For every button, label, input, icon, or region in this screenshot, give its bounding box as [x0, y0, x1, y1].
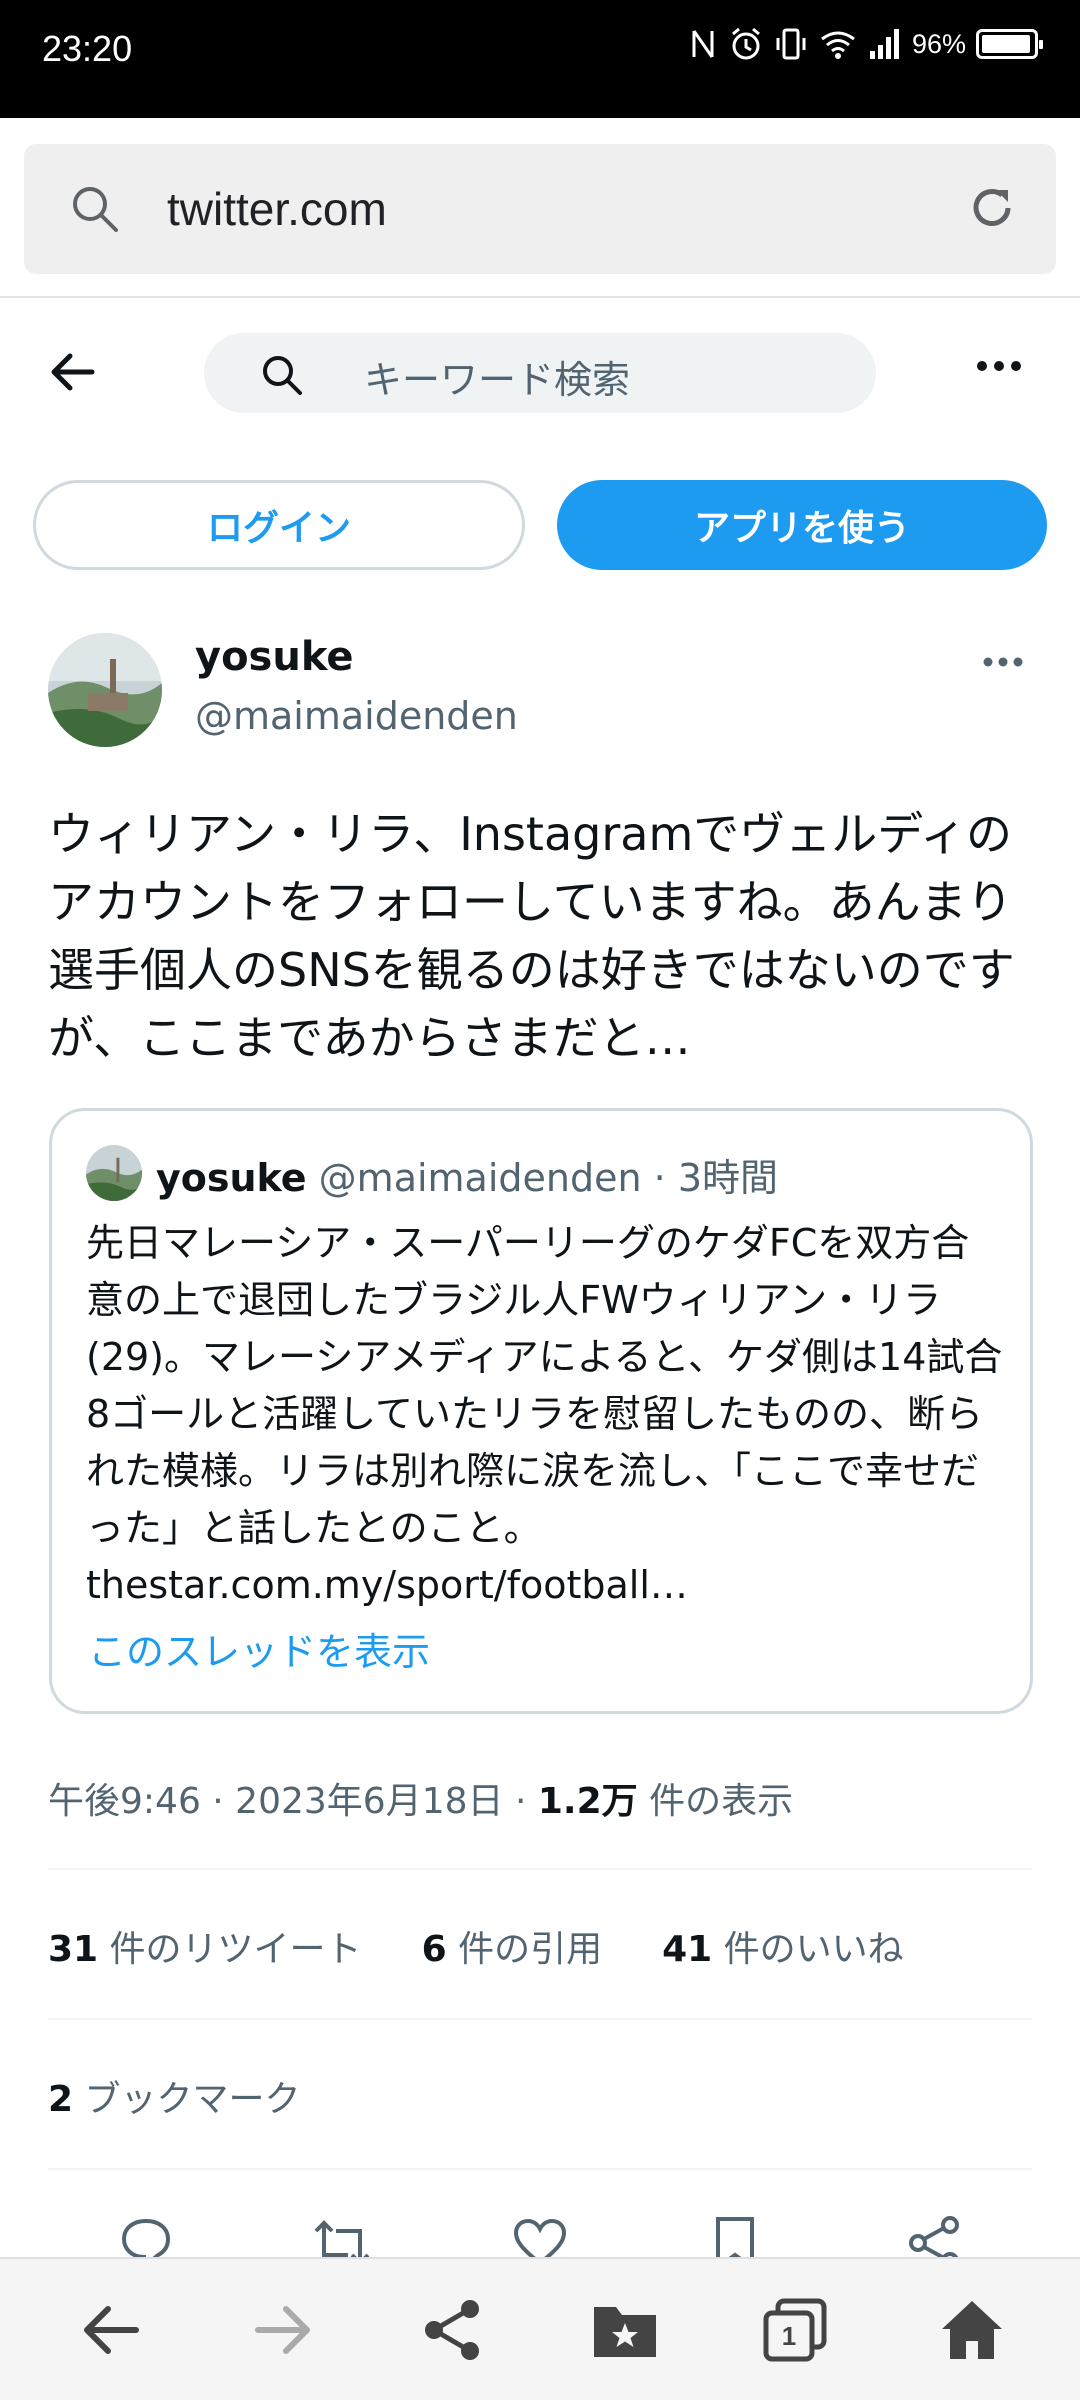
tab-count: 1	[781, 2321, 797, 2351]
avatar[interactable]	[48, 633, 162, 747]
keyword-search-input[interactable]: キーワード検索	[204, 333, 876, 413]
share-icon[interactable]	[906, 2215, 962, 2257]
more-options-icon[interactable]	[976, 360, 1022, 372]
divider	[48, 2018, 1032, 2020]
quoted-header: yosuke @maimaidenden · 3時間	[156, 1147, 778, 1202]
avatar-image	[48, 633, 162, 747]
quoted-separator: ·	[653, 1156, 678, 1200]
alarm-icon	[731, 27, 760, 60]
wifi-icon	[821, 31, 855, 59]
back-icon[interactable]	[78, 2297, 144, 2363]
bookmarks-stat: 2 ブックマーク	[48, 2070, 301, 2122]
address-bar[interactable]: twitter.com	[24, 144, 1056, 274]
like-icon[interactable]	[512, 2215, 568, 2257]
divider	[48, 2168, 1032, 2170]
views-count: 1.2万	[537, 1781, 638, 1822]
search-icon	[263, 356, 302, 395]
bookmarks-icon[interactable]	[590, 2297, 660, 2363]
quoted-avatar	[86, 1145, 142, 1201]
nfc-icon	[692, 30, 714, 58]
login-button[interactable]: ログイン	[33, 480, 525, 570]
author-handle[interactable]: @maimaidenden	[195, 694, 518, 738]
search-placeholder: キーワード検索	[364, 358, 631, 402]
retweet-icon[interactable]	[312, 2215, 372, 2257]
bookmarks-label: ブックマーク	[73, 2079, 301, 2120]
tweet-timestamp: 午後9:46 · 2023年6月18日 · 1.2万 件の表示	[48, 1772, 793, 1824]
home-icon[interactable]	[938, 2297, 1006, 2363]
browser-toolbar: 1	[0, 2257, 1080, 2400]
likes-stat[interactable]: 41 件のいいね	[662, 1920, 904, 1972]
share-icon[interactable]	[420, 2297, 486, 2363]
quoted-author-handle: @maimaidenden	[318, 1156, 642, 1200]
battery-percent: 96%	[911, 28, 966, 59]
bookmarks-count: 2	[48, 2079, 74, 2120]
tweet-actions	[0, 2205, 1080, 2257]
show-thread-link[interactable]: このスレッドを表示	[88, 1621, 430, 1676]
vibrate-icon	[776, 28, 806, 60]
likes-label: 件のいいね	[712, 1929, 904, 1970]
status-icons: 96%	[688, 26, 1043, 62]
reload-icon[interactable]	[962, 178, 1022, 238]
author-name[interactable]: yosuke	[195, 634, 354, 680]
quoted-time: 3時間	[677, 1156, 779, 1200]
divider	[0, 296, 1080, 298]
status-time: 23:20	[42, 28, 133, 69]
likes-count: 41	[662, 1929, 713, 1970]
battery-icon	[976, 29, 1043, 59]
retweets-label: 件のリツイート	[98, 1929, 362, 1970]
bookmark-icon[interactable]	[710, 2215, 760, 2257]
quoted-text: 先日マレーシア・スーパーリーグのケダFCを双方合意の上で退団したブラジル人FWウ…	[86, 1221, 1003, 1607]
tweet-stats: 31 件のリツイート 6 件の引用 41 件のいいね	[48, 1920, 904, 1972]
quotes-count: 6	[421, 1929, 447, 1970]
divider	[48, 1868, 1032, 1870]
back-arrow-icon[interactable]	[46, 346, 98, 398]
quoted-avatar-image	[86, 1145, 142, 1201]
quotes-label: 件の引用	[446, 1929, 603, 1970]
tweet-more-icon[interactable]	[982, 656, 1024, 668]
retweets-count: 31	[48, 1929, 99, 1970]
status-bar: 23:20 96%	[0, 0, 1080, 118]
tweet-text: ウィリアン・リラ、Instagramでヴェルディのアカウントをフォローしています…	[48, 807, 1015, 1065]
use-app-button[interactable]: アプリを使う	[557, 480, 1047, 570]
forward-icon[interactable]	[250, 2297, 316, 2363]
quotes-stat[interactable]: 6 件の引用	[422, 1920, 603, 1972]
views-label: 件の表示	[637, 1781, 794, 1822]
quoted-author-name: yosuke	[156, 1156, 307, 1200]
signal-icon	[869, 29, 899, 59]
timestamp-text: 午後9:46 · 2023年6月18日 ·	[48, 1781, 538, 1822]
retweets-stat[interactable]: 31 件のリツイート	[48, 1920, 362, 1972]
battery-fill	[982, 35, 1030, 53]
search-icon	[73, 187, 118, 232]
reply-icon[interactable]	[118, 2215, 174, 2257]
tabs-icon[interactable]: 1	[762, 2297, 828, 2363]
quoted-tweet[interactable]: yosuke @maimaidenden · 3時間 先日マレーシア・スーパーリ…	[49, 1108, 1033, 1714]
url-text[interactable]: twitter.com	[167, 182, 387, 236]
